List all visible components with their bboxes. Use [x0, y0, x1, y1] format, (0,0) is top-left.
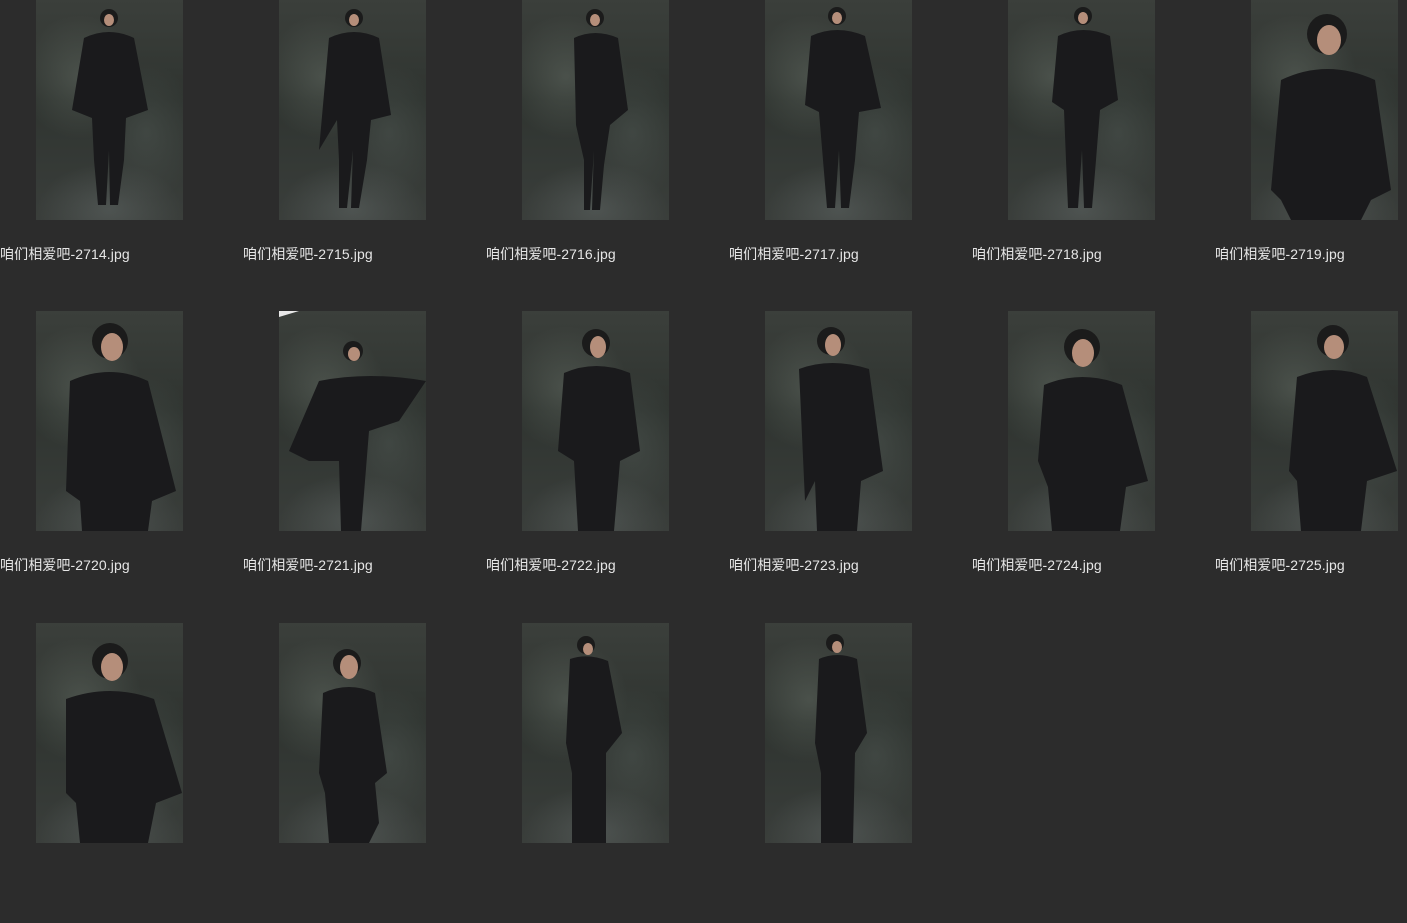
person-figure-image — [566, 636, 622, 843]
file-thumbnail[interactable] — [765, 623, 912, 843]
person-figure-image — [319, 9, 391, 208]
file-name-label: 咱们相爱吧-2721.jpg — [243, 557, 373, 573]
person-figure-image — [574, 9, 628, 210]
file-item[interactable]: 咱们相爱吧-2723.jpg — [729, 311, 972, 611]
person-figure-image — [799, 327, 883, 531]
file-item[interactable] — [729, 623, 972, 923]
file-name-label: 咱们相爱吧-2717.jpg — [729, 246, 859, 262]
file-item[interactable]: 咱们相爱吧-2720.jpg — [0, 311, 243, 611]
file-item[interactable] — [243, 623, 486, 923]
person-figure-image — [805, 7, 881, 208]
file-thumbnail[interactable] — [279, 0, 426, 220]
person-figure-image — [279, 311, 426, 531]
person-figure-image — [1038, 329, 1148, 531]
file-name-label: 咱们相爱吧-2714.jpg — [0, 246, 130, 262]
file-thumbnail[interactable] — [522, 623, 669, 843]
person-figure-image — [1271, 14, 1391, 220]
file-thumbnail[interactable] — [522, 0, 669, 220]
file-item[interactable]: 咱们相爱吧-2715.jpg — [243, 0, 486, 300]
file-name-label: 咱们相爱吧-2723.jpg — [729, 557, 859, 573]
file-item[interactable]: 咱们相爱吧-2717.jpg — [729, 0, 972, 300]
file-thumbnail[interactable] — [36, 311, 183, 531]
file-item[interactable]: 咱们相爱吧-2716.jpg — [486, 0, 729, 300]
file-name-label: 咱们相爱吧-2716.jpg — [486, 246, 616, 262]
file-thumbnail[interactable] — [765, 311, 912, 531]
file-item[interactable]: 咱们相爱吧-2724.jpg — [972, 311, 1215, 611]
file-name-label: 咱们相爱吧-2725.jpg — [1215, 557, 1345, 573]
file-name-label: 咱们相爱吧-2719.jpg — [1215, 246, 1345, 262]
file-grid: 咱们相爱吧-2714.jpg 咱们相爱吧-2715.jpg 咱们相爱吧-2716… — [0, 0, 1407, 843]
file-item[interactable] — [486, 623, 729, 923]
file-thumbnail[interactable] — [1251, 0, 1398, 220]
person-figure-image — [1289, 325, 1397, 531]
file-name-label: 咱们相爱吧-2720.jpg — [0, 557, 130, 573]
file-thumbnail[interactable] — [522, 311, 669, 531]
person-figure-image — [66, 323, 176, 531]
file-name-label: 咱们相爱吧-2724.jpg — [972, 557, 1102, 573]
file-thumbnail[interactable] — [36, 623, 183, 843]
file-thumbnail[interactable] — [279, 311, 426, 531]
file-thumbnail[interactable] — [1008, 311, 1155, 531]
file-item[interactable]: 咱们相爱吧-2722.jpg — [486, 311, 729, 611]
file-item[interactable]: 咱们相爱吧-2719.jpg — [1215, 0, 1407, 300]
file-name-label: 咱们相爱吧-2722.jpg — [486, 557, 616, 573]
person-figure-image — [66, 643, 182, 843]
person-figure-image — [72, 9, 148, 205]
person-figure-image — [1052, 7, 1118, 208]
file-thumbnail[interactable] — [279, 623, 426, 843]
person-figure-image — [815, 634, 867, 843]
file-item[interactable]: 咱们相爱吧-2725.jpg — [1215, 311, 1407, 611]
file-thumbnail[interactable] — [36, 0, 183, 220]
file-thumbnail[interactable] — [765, 0, 912, 220]
file-item[interactable] — [0, 623, 243, 923]
person-figure-image — [558, 329, 640, 531]
file-item[interactable]: 咱们相爱吧-2718.jpg — [972, 0, 1215, 300]
file-name-label: 咱们相爱吧-2715.jpg — [243, 246, 373, 262]
file-thumbnail[interactable] — [1251, 311, 1398, 531]
file-name-label: 咱们相爱吧-2718.jpg — [972, 246, 1102, 262]
file-thumbnail[interactable] — [1008, 0, 1155, 220]
file-item[interactable]: 咱们相爱吧-2721.jpg — [243, 311, 486, 611]
file-item[interactable]: 咱们相爱吧-2714.jpg — [0, 0, 243, 300]
person-figure-image — [319, 649, 387, 843]
